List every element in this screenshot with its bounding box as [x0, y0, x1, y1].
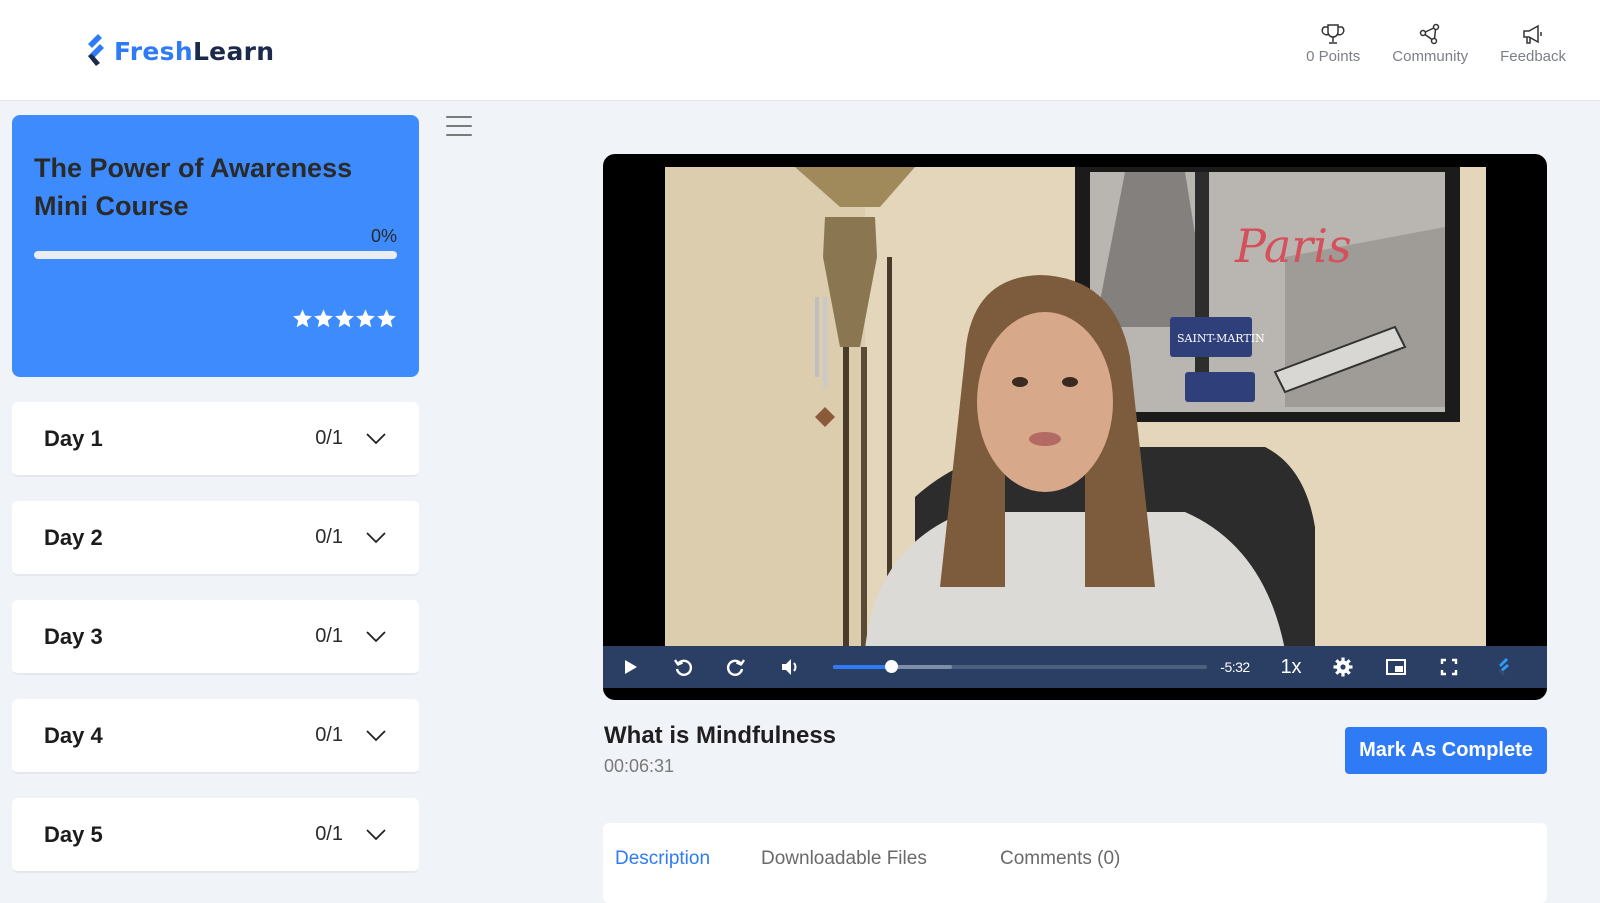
day-progress-count: 0/1 [315, 526, 343, 548]
chevron-down-icon [366, 432, 386, 444]
menu-toggle-button[interactable] [446, 116, 472, 138]
seek-thumb[interactable] [885, 660, 899, 673]
pip-button[interactable] [1381, 646, 1411, 688]
video-player[interactable]: Paris SAINT-MARTIN -5:32 1x [603, 154, 1547, 700]
volume-button[interactable] [775, 646, 805, 688]
star-icon [356, 309, 375, 328]
nav-community-label: Community [1392, 48, 1469, 65]
nav-points-label: 0 Points [1306, 48, 1361, 65]
community-icon [1419, 23, 1440, 45]
lesson-title: What is Mindfulness [604, 722, 837, 749]
settings-icon [1333, 657, 1353, 677]
time-remaining: -5:32 [1215, 646, 1255, 688]
video-frame[interactable]: Paris SAINT-MARTIN [665, 167, 1486, 650]
speed-label: 1x [1280, 655, 1302, 678]
tab-comments[interactable]: Comments (0) [1000, 848, 1120, 870]
seek-played [833, 665, 892, 669]
course-progress-label: 0% [370, 226, 397, 246]
player-controls: -5:32 1x [603, 646, 1547, 688]
time-remaining-text: -5:32 [1220, 659, 1250, 675]
chevron-down-icon [366, 828, 386, 840]
day-progress-count: 0/1 [315, 724, 343, 746]
day-label: Day 5 [44, 821, 103, 847]
course-progress-bar [34, 251, 397, 259]
pip-icon [1386, 659, 1406, 675]
star-icon [377, 309, 396, 328]
play-button[interactable] [615, 646, 645, 688]
freshlearn-logo[interactable]: FreshLearn [84, 32, 274, 70]
svg-text:SAINT-MARTIN: SAINT-MARTIN [1177, 332, 1265, 345]
day-section-4[interactable]: Day 4 0/1 [12, 699, 419, 774]
star-icon [293, 309, 312, 328]
megaphone-icon [1523, 24, 1542, 44]
nav-feedback[interactable]: Feedback [1484, 22, 1582, 65]
volume-icon [782, 659, 797, 675]
logo-text-learn: Learn [192, 36, 275, 66]
nav-points[interactable]: 0 Points [1290, 22, 1376, 65]
day-progress-count: 0/1 [315, 823, 343, 845]
day-progress-count: 0/1 [315, 625, 343, 647]
hamburger-line [446, 134, 472, 136]
logo-text-fresh: Fresh [114, 36, 193, 66]
fullscreen-button[interactable] [1434, 646, 1464, 688]
settings-button[interactable] [1328, 646, 1358, 688]
chevron-down-icon [366, 630, 386, 642]
day-section-3[interactable]: Day 3 0/1 [12, 600, 419, 675]
day-label: Day 2 [44, 524, 103, 550]
day-section-1[interactable]: Day 1 0/1 [12, 402, 419, 477]
forward-icon [726, 659, 745, 676]
nav-community[interactable]: Community [1376, 22, 1484, 65]
svg-text:Paris: Paris [1234, 219, 1352, 273]
nav-feedback-label: Feedback [1500, 48, 1566, 65]
rewind-button[interactable] [668, 646, 698, 688]
logo-mark-icon [88, 34, 104, 66]
hamburger-line [446, 125, 472, 127]
day-label: Day 1 [44, 425, 103, 451]
brand-button[interactable] [1488, 646, 1518, 688]
header-nav: 0 Points Community Feedback [1290, 22, 1582, 65]
day-progress-count: 0/1 [315, 427, 343, 449]
trophy-icon [1321, 24, 1345, 44]
day-label: Day 3 [44, 623, 103, 649]
day-section-2[interactable]: Day 2 0/1 [12, 501, 419, 576]
course-card: The Power of Awareness Mini Course 0% [12, 115, 419, 377]
star-icon [335, 309, 354, 328]
hamburger-line [446, 116, 472, 118]
speed-button[interactable]: 1x [1273, 646, 1309, 688]
brand-icon [1499, 658, 1509, 676]
mark-complete-button[interactable]: Mark As Complete [1345, 727, 1547, 774]
forward-button[interactable] [721, 646, 751, 688]
course-title: The Power of Awareness Mini Course [34, 153, 353, 221]
seek-bar[interactable] [833, 660, 1207, 673]
lesson-duration: 00:06:31 [604, 756, 675, 776]
day-label: Day 4 [44, 722, 103, 748]
star-icon [314, 309, 333, 328]
rewind-icon [674, 659, 693, 676]
top-header: FreshLearn 0 Points Community Feedback [0, 0, 1600, 101]
tab-description[interactable]: Description [615, 848, 710, 870]
logo-text: FreshLearn [114, 37, 274, 66]
chevron-down-icon [366, 531, 386, 543]
fullscreen-icon [1440, 658, 1458, 676]
chevron-down-icon [366, 729, 386, 741]
tab-downloadable-files[interactable]: Downloadable Files [761, 848, 927, 870]
play-icon [625, 660, 637, 674]
video-still-image: Paris SAINT-MARTIN [665, 167, 1486, 650]
course-rating [292, 308, 397, 329]
lesson-tabs-panel: Description Downloadable Files Comments … [603, 823, 1547, 903]
day-section-5[interactable]: Day 5 0/1 [12, 798, 419, 873]
